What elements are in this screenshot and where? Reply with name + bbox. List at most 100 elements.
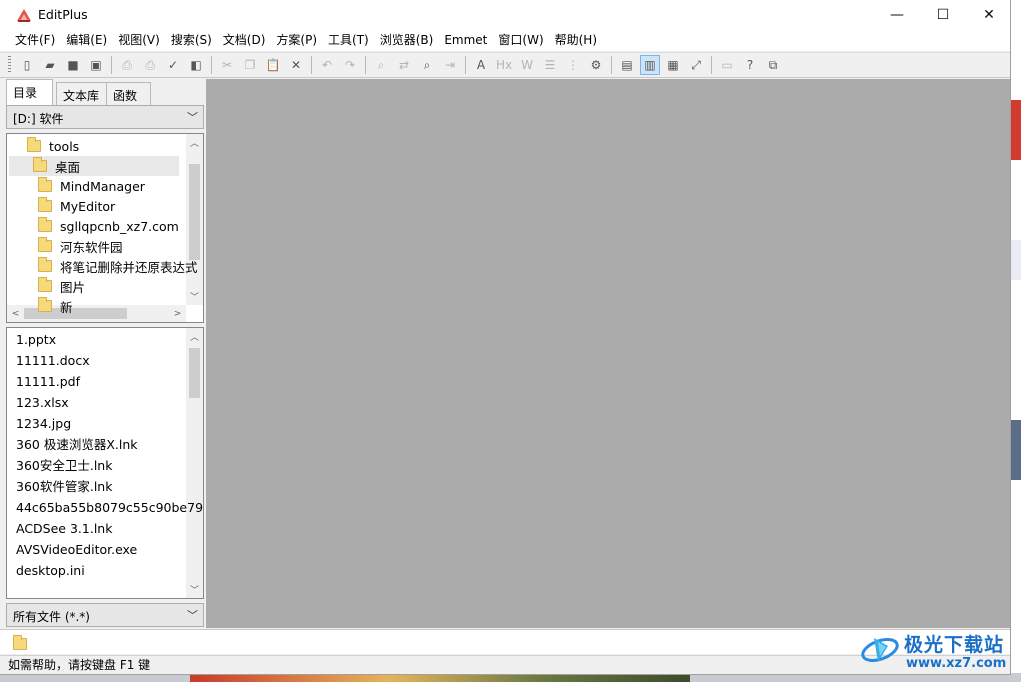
tree-horizontal-scrollbar[interactable]: < > <box>7 305 186 322</box>
file-filter-select[interactable]: 所有文件 (*.*) ﹀ <box>6 603 204 627</box>
output-window-icon[interactable]: ▦ <box>663 55 683 75</box>
scroll-right-icon[interactable]: > <box>169 305 186 322</box>
scroll-up-icon[interactable]: ︿ <box>186 134 203 151</box>
file-list-item[interactable]: 1234.jpg <box>16 413 71 434</box>
word-wrap-icon[interactable]: W <box>517 55 537 75</box>
file-list-item[interactable]: desktop.ini <box>16 560 85 581</box>
toolbar-grip[interactable] <box>8 56 11 74</box>
close-button[interactable]: ✕ <box>966 0 1010 30</box>
menu-help[interactable]: 帮助(H) <box>550 30 602 51</box>
menu-file[interactable]: 文件(F) <box>10 30 60 51</box>
paste-icon[interactable]: 📋 <box>263 55 283 75</box>
find-in-files-icon[interactable]: ⌕ <box>417 55 437 75</box>
ruler-icon[interactable]: ☰ <box>540 55 560 75</box>
tree-item-label: 新 <box>60 299 73 315</box>
title-bar[interactable]: EditPlus — ☐ ✕ <box>0 0 1010 30</box>
chevron-down-icon: ﹀ <box>187 111 198 124</box>
tree-vertical-scrollbar[interactable]: ︿ ﹀ <box>186 134 203 305</box>
tree-item[interactable]: sgllqpcnb_xz7.com <box>38 216 179 236</box>
file-list-item[interactable]: 11111.docx <box>16 350 90 371</box>
tree-item[interactable]: 将笔记删除并还原表达式 <box>38 256 198 276</box>
tab-cliptext-label: 文本库 <box>63 89 100 103</box>
menu-project[interactable]: 方案(P) <box>271 30 322 51</box>
watermark-logo-icon <box>861 638 899 662</box>
file-list-item[interactable]: 360安全卫士.lnk <box>16 455 112 476</box>
scroll-thumb[interactable] <box>189 348 200 398</box>
line-number-icon[interactable]: ⋮ <box>563 55 583 75</box>
browser-view-icon[interactable]: ◧ <box>186 55 206 75</box>
toolbar: ▯ ▰ ■ ▣ ⎙ ⎙ ✓ ◧ ✂ ❐ 📋 ✕ ↶ ↷ ⌕ ⇄ ⌕ ⇥ A Hx W ☰ ⋮ ⚙ ▤ ▥ ▦ ⤢ ▭? ⧉ <box>0 52 1010 78</box>
find-icon[interactable]: ⌕ <box>371 55 391 75</box>
folder-icon <box>38 297 52 312</box>
tree-item[interactable]: 图片 <box>38 276 85 296</box>
cliptext-window-icon[interactable]: ▥ <box>640 55 660 75</box>
new-file-icon[interactable]: ▯ <box>17 55 37 75</box>
toolbar-separator <box>111 56 112 74</box>
cut-icon[interactable]: ✂ <box>217 55 237 75</box>
replace-icon[interactable]: ⇄ <box>394 55 414 75</box>
menu-document[interactable]: 文档(D) <box>218 30 271 51</box>
delete-icon[interactable]: ✕ <box>286 55 306 75</box>
tree-item[interactable]: 新 <box>38 296 73 316</box>
tree-item-label: sgllqpcnb_xz7.com <box>60 218 179 234</box>
folder-icon[interactable] <box>13 635 27 650</box>
tree-item[interactable]: MyEditor <box>38 196 115 216</box>
spell-check-icon[interactable]: ✓ <box>163 55 183 75</box>
hex-view-icon[interactable]: Hx <box>494 55 514 75</box>
maximize-button[interactable]: ☐ <box>920 0 966 30</box>
save-all-icon[interactable]: ▣ <box>86 55 106 75</box>
font-icon[interactable]: A <box>471 55 491 75</box>
file-list-item[interactable]: AVSVideoEditor.exe <box>16 539 137 560</box>
toolbar-separator <box>611 56 612 74</box>
scroll-up-icon[interactable]: ︿ <box>186 328 203 345</box>
file-list-item[interactable]: ACDSee 3.1.lnk <box>16 518 112 539</box>
save-icon[interactable]: ■ <box>63 55 83 75</box>
file-list-item[interactable]: 360 极速浏览器X.lnk <box>16 434 138 455</box>
file-list-item[interactable]: 123.xlsx <box>16 392 69 413</box>
menu-tools[interactable]: 工具(T) <box>323 30 374 51</box>
print-icon[interactable]: ⎙ <box>140 55 160 75</box>
open-folder-icon[interactable]: ▰ <box>40 55 60 75</box>
minimize-button[interactable]: — <box>874 0 920 30</box>
menu-browser[interactable]: 浏览器(B) <box>375 30 439 51</box>
scroll-down-icon[interactable]: ﹀ <box>186 288 203 305</box>
goto-line-icon[interactable]: ⇥ <box>440 55 460 75</box>
tree-item[interactable]: 桌面 <box>9 156 179 176</box>
preferences-icon[interactable]: ⚙ <box>586 55 606 75</box>
menu-view[interactable]: 视图(V) <box>113 30 165 51</box>
drive-select[interactable]: [D:] 软件 ﹀ <box>6 105 204 129</box>
ftp-icon[interactable]: ▭ <box>717 55 737 75</box>
scroll-left-icon[interactable]: < <box>7 305 24 322</box>
file-list-item[interactable]: 11111.pdf <box>16 371 80 392</box>
menu-search[interactable]: 搜索(S) <box>166 30 217 51</box>
file-list-item[interactable]: 1.pptx <box>16 329 56 350</box>
file-list-scrollbar[interactable]: ︿ ﹀ <box>186 328 203 598</box>
menu-edit[interactable]: 编辑(E) <box>61 30 112 51</box>
file-list-item[interactable]: 360软件管家.lnk <box>16 476 112 497</box>
switch-window-icon[interactable]: ⧉ <box>763 55 783 75</box>
tree-item-label: 河东软件园 <box>60 239 123 255</box>
tree-item[interactable]: tools <box>27 136 79 156</box>
copy-icon[interactable]: ❐ <box>240 55 260 75</box>
scroll-thumb[interactable] <box>189 164 200 260</box>
menu-window[interactable]: 窗口(W) <box>493 30 548 51</box>
window-title: EditPlus <box>38 7 88 22</box>
redo-icon[interactable]: ↷ <box>340 55 360 75</box>
tab-functions[interactable]: 函数 <box>106 82 151 105</box>
file-list-item[interactable]: 44c65ba55b8079c55c90be79 <box>16 497 203 518</box>
print-preview-icon[interactable]: ⎙ <box>117 55 137 75</box>
tab-directory[interactable]: 目录 <box>6 79 53 105</box>
tree-item[interactable]: MindManager <box>38 176 145 196</box>
tree-item-label: 将笔记删除并还原表达式 <box>60 259 198 275</box>
tab-directory-label: 目录 <box>13 86 38 100</box>
editor-area[interactable] <box>206 79 1010 628</box>
full-screen-icon[interactable]: ⤢ <box>686 55 706 75</box>
help-icon[interactable]: ? <box>740 55 760 75</box>
tree-item-label: 桌面 <box>55 159 81 175</box>
scroll-down-icon[interactable]: ﹀ <box>186 581 203 598</box>
tab-cliptext[interactable]: 文本库 <box>56 82 108 105</box>
undo-icon[interactable]: ↶ <box>317 55 337 75</box>
tree-item[interactable]: 河东软件园 <box>38 236 123 256</box>
directory-window-icon[interactable]: ▤ <box>617 55 637 75</box>
menu-emmet[interactable]: Emmet <box>439 30 492 51</box>
